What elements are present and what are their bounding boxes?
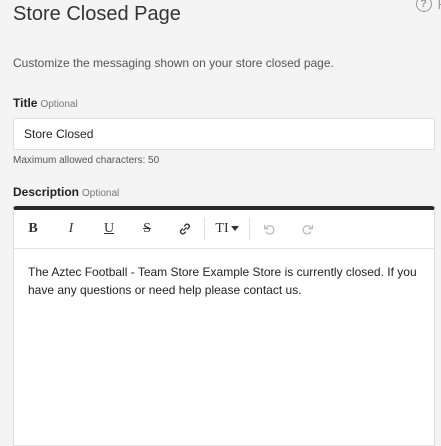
page-title: Store Closed Page <box>13 3 181 25</box>
link-button[interactable] <box>166 210 204 248</box>
link-icon <box>179 223 191 235</box>
help-link[interactable]: ? H <box>415 0 441 12</box>
caret-down-icon <box>230 226 239 231</box>
title-char-limit-hint: Maximum allowed characters: 50 <box>13 155 160 166</box>
title-field-label: Title Optional <box>13 96 78 110</box>
strikethrough-button[interactable]: S <box>128 210 166 248</box>
bold-button[interactable]: B <box>14 210 52 248</box>
description-content[interactable]: The Aztec Football - Team Store Example … <box>14 249 434 313</box>
help-link-label: H <box>438 0 441 12</box>
description-field-label: Description Optional <box>13 185 119 199</box>
redo-icon <box>302 224 313 235</box>
title-optional-tag: Optional <box>40 99 78 110</box>
description-editor: B I U S TI The Aztec Football - Team Sto… <box>13 206 435 446</box>
text-size-dropdown[interactable]: TI <box>205 210 249 248</box>
title-input[interactable] <box>13 118 435 150</box>
description-optional-tag: Optional <box>82 188 120 199</box>
undo-icon <box>263 224 274 235</box>
page-subtitle: Customize the messaging shown on your st… <box>13 56 334 70</box>
editor-toolbar: B I U S TI <box>14 210 434 249</box>
description-label-text: Description <box>13 185 80 199</box>
text-size-label: TI <box>215 221 229 236</box>
italic-button[interactable]: I <box>52 210 90 248</box>
redo-button[interactable] <box>288 210 326 248</box>
title-label-text: Title <box>13 96 38 110</box>
undo-button[interactable] <box>250 210 288 248</box>
question-circle-icon: ? <box>415 0 432 12</box>
underline-button[interactable]: U <box>90 210 128 248</box>
